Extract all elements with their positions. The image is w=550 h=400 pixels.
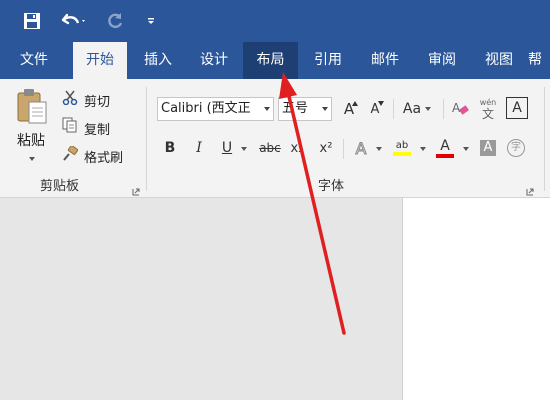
annotation-arrow <box>279 72 346 335</box>
